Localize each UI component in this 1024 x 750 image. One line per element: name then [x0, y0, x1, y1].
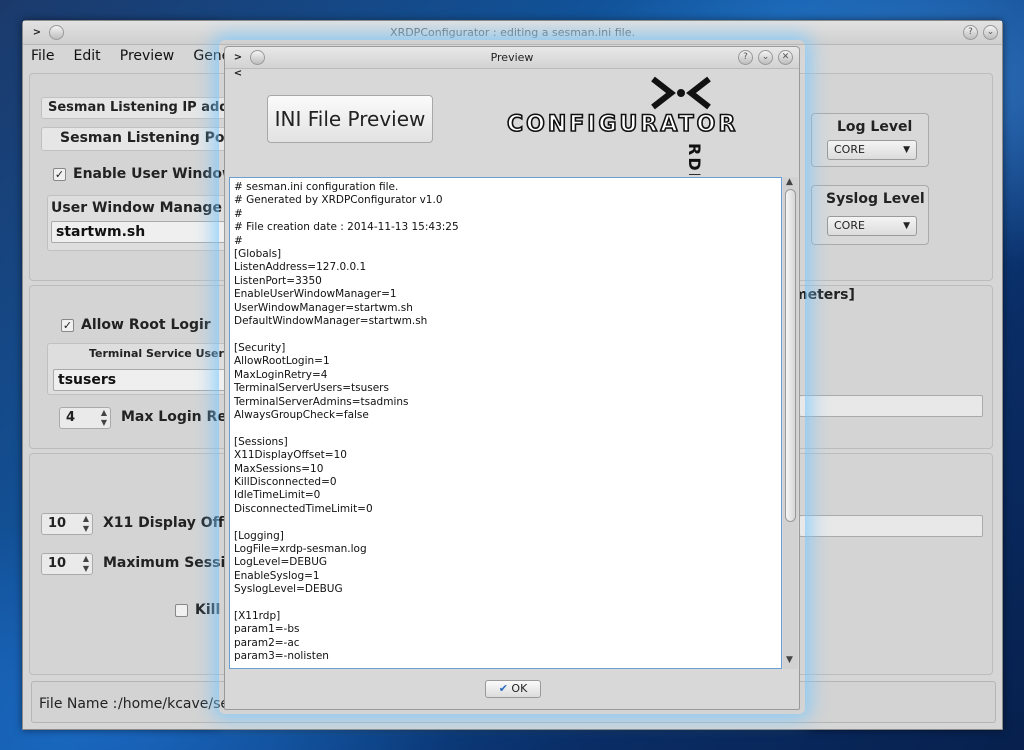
ini-line: [234, 422, 781, 435]
ini-line: [234, 328, 781, 341]
chevron-down-icon: ▼: [903, 221, 910, 231]
log-level-label: Log Level: [837, 119, 913, 135]
ini-line: DisconnectedTimeLimit=0: [234, 502, 373, 515]
syslog-level-select[interactable]: CORE ▼: [827, 216, 917, 236]
ini-line: IdleTimeLimit=0: [234, 489, 321, 502]
max-sessions-value: 10: [48, 556, 67, 571]
ini-line: ListenAddress=127.0.0.1: [234, 261, 367, 274]
ini-line: [Logging]: [234, 529, 284, 542]
terminal-users-label: Terminal Service Users: [89, 347, 231, 360]
ini-line: ListenPort=3350: [234, 274, 322, 287]
terminal-users-input[interactable]: tsusers: [53, 369, 229, 391]
ini-line: #: [234, 234, 243, 247]
ini-line: [Globals]: [234, 248, 282, 261]
kill-disconnected-checkbox[interactable]: [175, 604, 188, 617]
ini-line: [234, 597, 781, 610]
close-button[interactable]: ✕: [778, 50, 793, 65]
dialog-titlebar: >< Preview ? ⌄ ✕: [225, 47, 799, 79]
syslog-level-label: Syslog Level: [826, 191, 925, 207]
ini-text-area[interactable]: # sesman.ini configuration file. # Genera…: [229, 177, 782, 669]
scroll-thumb[interactable]: [785, 189, 796, 522]
ini-line: #: [234, 207, 243, 220]
ini-line: TerminalServerAdmins=tsadmins: [234, 395, 409, 408]
spin-arrows-icon: ▲ ▼: [82, 554, 89, 573]
ini-line: TerminalServerUsers=tsusers: [234, 382, 389, 395]
ini-line: param1=-bs: [234, 623, 300, 636]
minimize-button[interactable]: ⌄: [983, 25, 998, 40]
help-button[interactable]: ?: [738, 50, 753, 65]
scroll-down-icon[interactable]: ▼: [786, 655, 793, 665]
x11-offset-value: 10: [48, 516, 67, 531]
max-login-spinbox[interactable]: 4 ▲ ▼: [59, 407, 111, 429]
session-param-input[interactable]: [799, 515, 983, 537]
ini-line: [Sessions]: [234, 435, 288, 448]
chevron-down-icon: ▼: [903, 145, 910, 155]
ini-line: [X11rdp]: [234, 610, 281, 622]
user-wm-label: User Window Manage: [51, 200, 222, 216]
log-level-value: CORE: [834, 143, 865, 156]
minimize-button[interactable]: ⌄: [758, 50, 773, 65]
allow-root-checkbox[interactable]: ✓: [61, 319, 74, 332]
ini-line: AllowRootLogin=1: [234, 355, 330, 368]
ini-line: AlwaysGroupCheck=false: [234, 408, 369, 421]
preview-dialog: >< Preview ? ⌄ ✕ INI File Preview RDP CO…: [224, 46, 800, 710]
ini-line: KillDisconnected=0: [234, 475, 337, 488]
listen-ip-label: Sesman Listening IP add: [41, 97, 231, 119]
ok-button[interactable]: ✔ OK: [485, 680, 541, 698]
ini-line: param3=-nolisten: [234, 650, 329, 663]
max-sessions-spinbox[interactable]: 10 ▲ ▼: [41, 553, 93, 575]
max-login-value: 4: [66, 410, 76, 425]
text-scrollbar[interactable]: ▲ ▼: [783, 177, 798, 669]
file-name-label: File Name :: [39, 696, 118, 712]
listen-port-label: Sesman Listening Po: [41, 127, 231, 151]
menu-file[interactable]: File: [31, 45, 54, 67]
ini-line: EnableSyslog=1: [234, 569, 320, 582]
allow-root-label: Allow Root Logir: [81, 317, 211, 333]
ini-line: # File creation date : 2014-11-13 15:43:…: [234, 221, 459, 234]
check-icon: ✔: [498, 682, 508, 695]
ini-line: EnableUserWindowManager=1: [234, 288, 397, 301]
ini-line: LogLevel=DEBUG: [234, 556, 328, 569]
ini-line: MaxLoginRetry=4: [234, 368, 328, 381]
x11-offset-spinbox[interactable]: 10 ▲ ▼: [41, 513, 93, 535]
ini-line: [234, 516, 781, 529]
menu-edit[interactable]: Edit: [74, 45, 101, 67]
ini-line: MaxSessions=10: [234, 462, 324, 475]
enable-user-wm-label: Enable User Window: [73, 166, 235, 182]
logo-text: CONFIGURATOR: [506, 111, 739, 138]
ini-preview-button[interactable]: INI File Preview: [267, 95, 433, 143]
syslog-level-value: CORE: [834, 219, 865, 232]
dialog-title: Preview: [490, 51, 534, 64]
admins-input[interactable]: [799, 395, 983, 417]
ini-line: UserWindowManager=startwm.sh: [234, 301, 413, 314]
ini-line: X11DisplayOffset=10: [234, 449, 347, 462]
ini-line: DefaultWindowManager=startwm.sh: [234, 315, 428, 328]
configurator-logo: RDP CONFIGURATOR: [505, 75, 795, 186]
user-wm-input[interactable]: startwm.sh: [51, 221, 229, 243]
log-level-select[interactable]: CORE ▼: [827, 140, 917, 160]
logo-vertical-text: RDP: [685, 143, 704, 175]
enable-user-wm-checkbox[interactable]: ✓: [53, 168, 66, 181]
ini-line: # Generated by XRDPConfigurator v1.0: [234, 194, 443, 207]
ini-line: LogFile=xrdp-sesman.log: [234, 542, 367, 555]
scroll-up-icon[interactable]: ▲: [786, 177, 793, 187]
ini-line: [Security]: [234, 341, 286, 354]
ini-content: # sesman.ini configuration file. # Genera…: [230, 178, 781, 664]
ini-line: # sesman.ini configuration file.: [234, 181, 399, 193]
ini-line: SyslogLevel=DEBUG: [234, 583, 343, 596]
menu-preview[interactable]: Preview: [120, 45, 175, 67]
spin-arrows-icon: ▲ ▼: [82, 514, 89, 533]
ok-label: OK: [511, 682, 528, 695]
help-button[interactable]: ?: [963, 25, 978, 40]
spin-arrows-icon: ▲ ▼: [100, 408, 107, 427]
window-title: XRDPConfigurator : editing a sesman.ini …: [390, 26, 635, 39]
ini-line: param2=-ac: [234, 636, 300, 649]
